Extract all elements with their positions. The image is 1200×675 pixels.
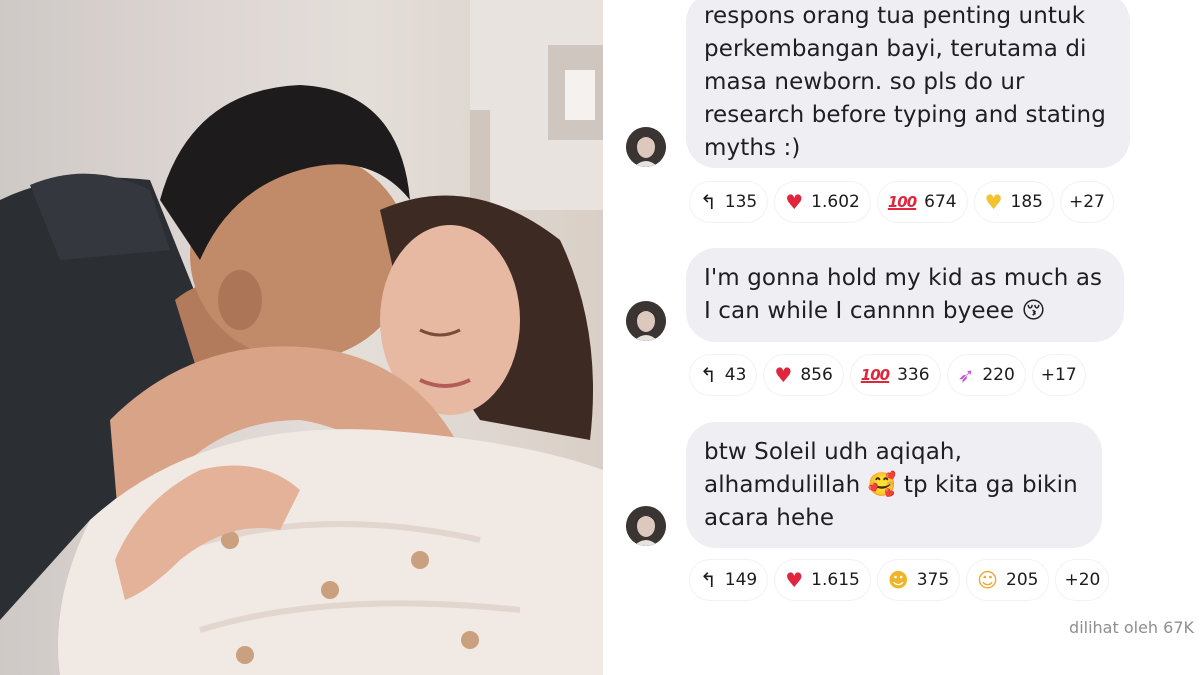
more-count: +20	[1064, 570, 1101, 590]
reaction-heart[interactable]: ♥ 1.615	[775, 560, 870, 600]
comment-text: I can while I cannnn byeee 😚	[704, 298, 1046, 324]
more-reactions[interactable]: +27	[1060, 182, 1113, 222]
reaction-bar: ↰ 43 ♥ 856 100 336 ➶ 220 +17	[690, 355, 1093, 395]
reply-arrow-icon: ↰	[700, 568, 717, 592]
couple-photo	[0, 0, 603, 675]
more-count: +17	[1040, 365, 1077, 385]
reply-count: 43	[724, 365, 747, 385]
hundred-icon: 100	[860, 366, 890, 384]
reaction-count: 674	[924, 192, 957, 212]
more-reactions[interactable]: +20	[1056, 560, 1109, 600]
heart-icon: ♥	[785, 190, 804, 214]
reaction-hundred[interactable]: 100 336	[850, 355, 940, 395]
reaction-count: 375	[916, 570, 950, 590]
reply-button[interactable]: ↰ 43	[690, 355, 757, 395]
reaction-heart[interactable]: ♥ 1.602	[775, 182, 870, 222]
reaction-heart-eyes[interactable]: ☻ 375	[877, 560, 960, 600]
reaction-count: 336	[897, 365, 930, 385]
rocket-icon: ➶	[957, 363, 975, 387]
reaction-bar: ↰ 149 ♥ 1.615 ☻ 375 ☺ 205 +20	[690, 560, 1116, 600]
hundred-icon: 100	[887, 193, 917, 211]
smiling-hearts-icon: ☺	[977, 568, 998, 592]
heart-icon: ♥	[785, 568, 804, 592]
heart-eyes-icon: ☻	[887, 568, 909, 592]
reply-count: 135	[724, 192, 758, 212]
reaction-count: 220	[982, 365, 1015, 385]
reaction-count: 856	[800, 365, 833, 385]
comment-text: myths :)	[704, 135, 801, 161]
reply-count: 149	[724, 570, 758, 590]
avatar[interactable]	[626, 506, 666, 546]
comment-thread: respons orang tua penting untuk perkemba…	[603, 0, 1200, 675]
reaction-hundred[interactable]: 100 674	[877, 182, 967, 222]
comment-text: I'm gonna hold my kid as much as	[704, 265, 1103, 291]
reaction-count: 1.602	[811, 192, 860, 212]
comment-text: alhamdulillah 🥰 tp kita ga bikin	[704, 472, 1078, 498]
avatar[interactable]	[626, 127, 666, 167]
avatar[interactable]	[626, 301, 666, 341]
comment-text: perkembangan bayi, terutama di	[704, 36, 1087, 62]
comment-bubble[interactable]: I'm gonna hold my kid as much as I can w…	[686, 248, 1124, 342]
comment-text: btw Soleil udh aqiqah,	[704, 439, 962, 465]
reaction-count: 205	[1006, 570, 1039, 590]
reply-button[interactable]: ↰ 149	[690, 560, 768, 600]
comment-text: respons orang tua penting untuk	[704, 3, 1086, 29]
reaction-count: 185	[1010, 192, 1043, 212]
reaction-count: 1.615	[811, 570, 860, 590]
reply-button[interactable]: ↰ 135	[690, 182, 768, 222]
comment-text: masa newborn. so pls do ur	[704, 69, 1025, 95]
reaction-heart[interactable]: ♥ 856	[764, 355, 843, 395]
reply-arrow-icon: ↰	[700, 190, 717, 214]
reaction-rocket[interactable]: ➶ 220	[947, 355, 1025, 395]
yellow-heart-icon: ♥	[984, 190, 1003, 214]
comment-bubble[interactable]: respons orang tua penting untuk perkemba…	[686, 0, 1130, 168]
more-count: +27	[1068, 192, 1105, 212]
reply-arrow-icon: ↰	[700, 363, 717, 387]
comment-text: research before typing and stating	[704, 102, 1106, 128]
more-reactions[interactable]: +17	[1032, 355, 1085, 395]
comment-text: acara hehe	[704, 505, 835, 531]
reaction-smiling-hearts[interactable]: ☺ 205	[967, 560, 1049, 600]
reaction-yellow-heart[interactable]: ♥ 185	[974, 182, 1053, 222]
view-count: dilihat oleh 67K	[1069, 618, 1194, 637]
heart-icon: ♥	[774, 363, 793, 387]
comment-bubble[interactable]: btw Soleil udh aqiqah, alhamdulillah 🥰 t…	[686, 422, 1102, 548]
reaction-bar: ↰ 135 ♥ 1.602 100 674 ♥ 185 +27	[690, 182, 1121, 222]
